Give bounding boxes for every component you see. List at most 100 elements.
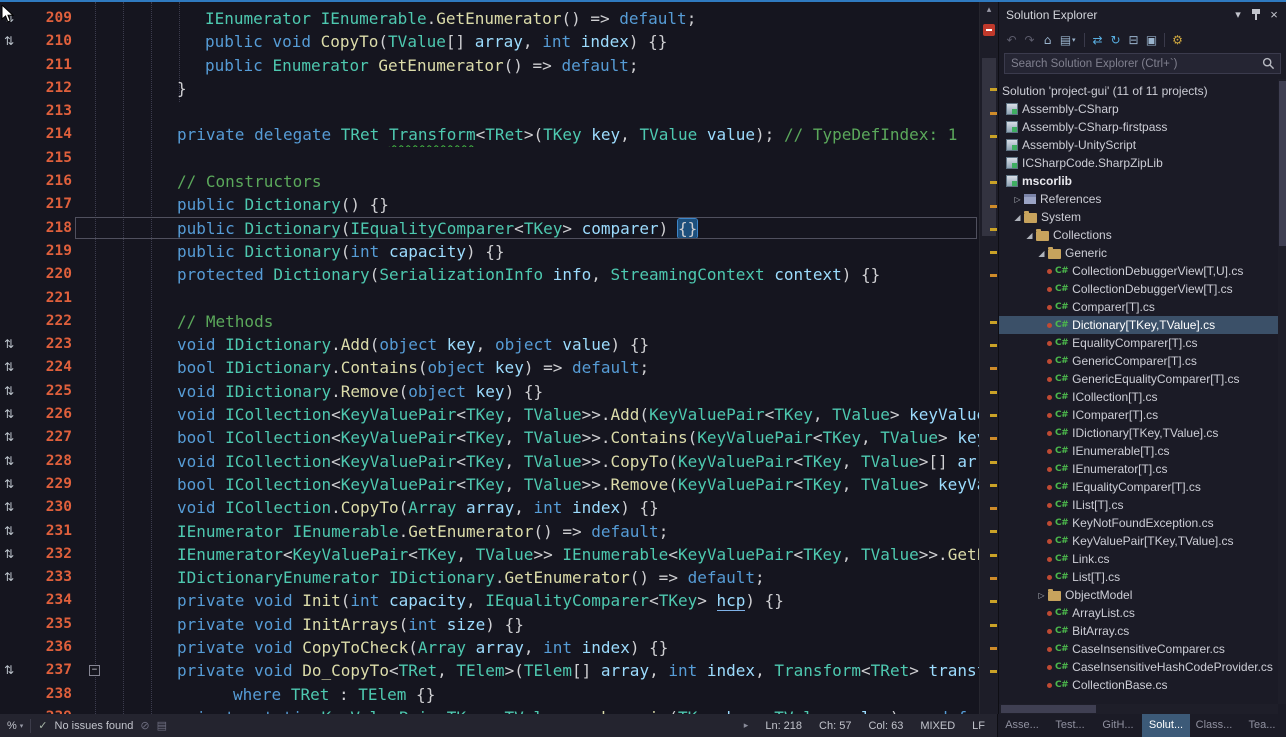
- code-line-231[interactable]: ⇅231IEnumerator IEnumerable.GetEnumerato…: [0, 520, 980, 543]
- tree-item[interactable]: ▷ObjectModel: [999, 586, 1286, 604]
- code-line-220[interactable]: 220protected Dictionary(SerializationInf…: [0, 263, 980, 286]
- code-line-239[interactable]: 239private static KeyValuePair<TKey, TVa…: [0, 706, 980, 714]
- sync-with-active-document-icon[interactable]: ⇄: [1089, 33, 1106, 47]
- tree-item[interactable]: C#IDictionary[TKey,TValue].cs: [999, 424, 1286, 442]
- code-line-237[interactable]: ⇅237−private void Do_CopyTo<TRet, TElem>…: [0, 659, 980, 682]
- line-number[interactable]: 219: [12, 240, 72, 263]
- tree-item[interactable]: C#Dictionary[TKey,TValue].cs: [999, 316, 1286, 334]
- code-line-224[interactable]: ⇅224bool IDictionary.Contains(object key…: [0, 356, 980, 379]
- tree-item[interactable]: C#IComparer[T].cs: [999, 406, 1286, 424]
- line-number[interactable]: 233: [12, 566, 72, 589]
- code-line-211[interactable]: 211public Enumerator GetEnumerator() => …: [0, 54, 980, 77]
- tool-tab-test[interactable]: Test...: [1046, 714, 1094, 737]
- tree-scrollbar-vertical[interactable]: [1278, 79, 1286, 704]
- code-line-215[interactable]: 215: [0, 147, 980, 170]
- expander-open-icon[interactable]: ◢: [1012, 213, 1023, 222]
- tree-item[interactable]: C#IEnumerable[T].cs: [999, 442, 1286, 460]
- editor-scrollbar[interactable]: ▴: [979, 2, 998, 714]
- expander-open-icon[interactable]: ◢: [1024, 231, 1035, 240]
- code-line-222[interactable]: 222// Methods: [0, 310, 980, 333]
- line-number[interactable]: 225: [12, 380, 72, 403]
- code-line-233[interactable]: ⇅233IDictionaryEnumerator IDictionary.Ge…: [0, 566, 980, 589]
- tree-item[interactable]: C#CollectionDebuggerView[T,U].cs: [999, 262, 1286, 280]
- code-line-218[interactable]: 218public Dictionary(IEqualityComparer<T…: [0, 217, 980, 240]
- line-number[interactable]: 216: [12, 170, 72, 193]
- expander-closed-icon[interactable]: ▷: [1036, 591, 1047, 600]
- close-icon[interactable]: ×: [1265, 7, 1283, 23]
- line-number[interactable]: 226: [12, 403, 72, 426]
- code-line-238[interactable]: 238where TRet : TElem {}: [0, 683, 980, 706]
- tree-item[interactable]: C#IList[T].cs: [999, 496, 1286, 514]
- tree-item[interactable]: ◢Generic: [999, 244, 1286, 262]
- home-icon[interactable]: ⌂: [1039, 33, 1056, 47]
- code-line-229[interactable]: ⇅229bool ICollection<KeyValuePair<TKey, …: [0, 473, 980, 496]
- line-number[interactable]: 234: [12, 589, 72, 612]
- line-number[interactable]: 215: [12, 147, 72, 170]
- line-number[interactable]: 214: [12, 123, 72, 146]
- code-line-223[interactable]: ⇅223void IDictionary.Add(object key, obj…: [0, 333, 980, 356]
- line-number[interactable]: 228: [12, 450, 72, 473]
- tree-hscrollbar-thumb[interactable]: [1001, 705, 1096, 713]
- line-number[interactable]: 229: [12, 473, 72, 496]
- tree-item[interactable]: C#CollectionBase.cs: [999, 676, 1286, 694]
- expander-closed-icon[interactable]: ▷: [1012, 195, 1023, 204]
- tree-item[interactable]: C#ICollection[T].cs: [999, 388, 1286, 406]
- line-number[interactable]: 223: [12, 333, 72, 356]
- line-number[interactable]: 237: [12, 659, 72, 682]
- tree-item[interactable]: C#KeyValuePair[TKey,TValue].cs: [999, 532, 1286, 550]
- tree-item[interactable]: C#IEqualityComparer[T].cs: [999, 478, 1286, 496]
- line-number[interactable]: 236: [12, 636, 72, 659]
- line-number[interactable]: 217: [12, 193, 72, 216]
- line-indicator[interactable]: Ln: 218: [765, 720, 802, 732]
- scroll-right-icon[interactable]: ▸: [744, 721, 749, 731]
- tree-item[interactable]: C#List[T].cs: [999, 568, 1286, 586]
- code-line-221[interactable]: 221: [0, 287, 980, 310]
- issues-status[interactable]: No issues found: [55, 720, 134, 732]
- line-number[interactable]: 210: [12, 30, 72, 53]
- forward-icon[interactable]: ↷: [1021, 33, 1038, 47]
- tree-item[interactable]: Assembly-UnityScript: [999, 136, 1286, 154]
- tree-item[interactable]: Assembly-CSharp-firstpass: [999, 118, 1286, 136]
- code-line-210[interactable]: ⇅210public void CopyTo(TValue[] array, i…: [0, 30, 980, 53]
- tool-tab-asse[interactable]: Asse...: [998, 714, 1046, 737]
- line-number[interactable]: 231: [12, 520, 72, 543]
- tree-item[interactable]: ◢System: [999, 208, 1286, 226]
- tree-item[interactable]: C#BitArray.cs: [999, 622, 1286, 640]
- tree-item[interactable]: C#Comparer[T].cs: [999, 298, 1286, 316]
- line-number[interactable]: 224: [12, 356, 72, 379]
- line-number[interactable]: 212: [12, 77, 72, 100]
- tool-tab-tea[interactable]: Tea...: [1238, 714, 1286, 737]
- pin-icon[interactable]: [1247, 7, 1265, 23]
- editor-scrollbar-thumb[interactable]: [982, 58, 996, 236]
- chevron-down-icon[interactable]: ▾: [1072, 36, 1080, 44]
- line-number[interactable]: 230: [12, 496, 72, 519]
- tree-item[interactable]: C#CollectionDebuggerView[T].cs: [999, 280, 1286, 298]
- line-number[interactable]: 227: [12, 426, 72, 449]
- task-list-icon[interactable]: ▤: [157, 719, 167, 732]
- tree-item[interactable]: C#EqualityComparer[T].cs: [999, 334, 1286, 352]
- code-line-236[interactable]: 236private void CopyToCheck(Array array,…: [0, 636, 980, 659]
- tree-item[interactable]: C#KeyNotFoundException.cs: [999, 514, 1286, 532]
- line-number[interactable]: 218: [12, 217, 72, 240]
- collapse-all-icon[interactable]: ⊟: [1125, 33, 1142, 47]
- code-line-228[interactable]: ⇅228void ICollection<KeyValuePair<TKey, …: [0, 450, 980, 473]
- code-line-225[interactable]: ⇅225void IDictionary.Remove(object key) …: [0, 380, 980, 403]
- code-line-227[interactable]: ⇅227bool ICollection<KeyValuePair<TKey, …: [0, 426, 980, 449]
- code-line-214[interactable]: 214private delegate TRet Transform<TRet>…: [0, 123, 980, 146]
- line-number[interactable]: 209: [12, 7, 72, 30]
- window-position-icon[interactable]: ▾: [1229, 7, 1247, 23]
- code-line-217[interactable]: 217public Dictionary() {}: [0, 193, 980, 216]
- refresh-icon[interactable]: ↻: [1107, 33, 1124, 47]
- eol-indicator[interactable]: LF: [972, 720, 985, 732]
- tool-tab-gith[interactable]: GitH...: [1094, 714, 1142, 737]
- tree-item[interactable]: C#Link.cs: [999, 550, 1286, 568]
- line-number[interactable]: 235: [12, 613, 72, 636]
- code-line-226[interactable]: ⇅226void ICollection<KeyValuePair<TKey, …: [0, 403, 980, 426]
- column-indicator[interactable]: Col: 63: [868, 720, 903, 732]
- tree-item[interactable]: ICSharpCode.SharpZipLib: [999, 154, 1286, 172]
- zoom-control[interactable]: % ▾: [7, 720, 23, 732]
- tree-scrollbar-horizontal[interactable]: [999, 704, 1278, 714]
- scrollbar-split-handle-icon[interactable]: ▴: [980, 2, 998, 16]
- line-number[interactable]: 222: [12, 310, 72, 333]
- tool-tab-solut[interactable]: Solut...: [1142, 714, 1190, 737]
